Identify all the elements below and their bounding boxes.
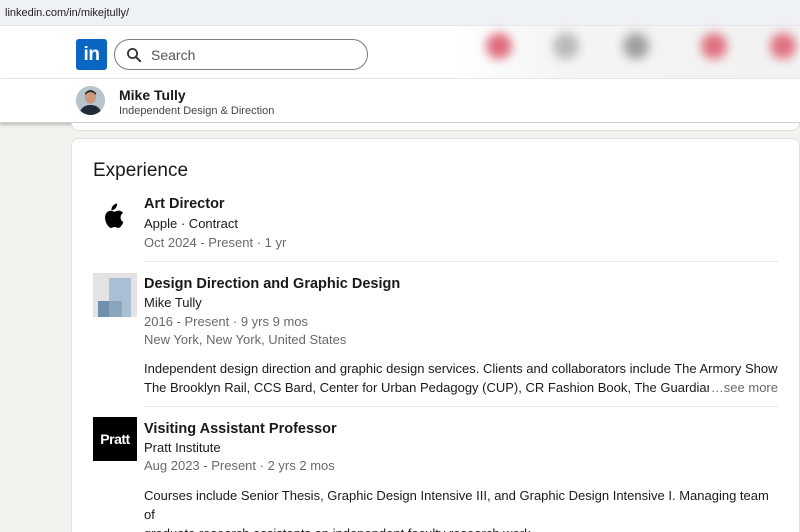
experience-role-1[interactable]: Art Director bbox=[144, 196, 225, 212]
experience-company-2: Mike Tully bbox=[144, 295, 202, 310]
pratt-logo-icon[interactable]: Pratt bbox=[93, 417, 137, 461]
experience-description-2: Independent design direction and graphic… bbox=[144, 359, 778, 397]
previous-section-card bbox=[71, 123, 800, 131]
linkedin-logo-icon[interactable]: in bbox=[76, 39, 107, 70]
experience-role-2[interactable]: Design Direction and Graphic Design bbox=[144, 276, 400, 292]
section-title: Experience bbox=[93, 160, 189, 181]
apple-logo-icon[interactable] bbox=[93, 194, 137, 238]
profile-name[interactable]: Mike Tully bbox=[119, 87, 186, 103]
search-icon bbox=[127, 48, 142, 63]
nav-messaging-icon[interactable] bbox=[701, 33, 727, 59]
experience-description-3: Courses include Senior Thesis, Graphic D… bbox=[144, 486, 778, 532]
description-line: graduate research assistants on independ… bbox=[144, 524, 778, 532]
profile-photo-icon bbox=[76, 86, 105, 115]
profile-headline: Independent Design & Direction bbox=[119, 105, 275, 117]
description-line: Courses include Senior Thesis, Graphic D… bbox=[144, 488, 769, 522]
experience-role-3[interactable]: Visiting Assistant Professor bbox=[144, 421, 337, 437]
experience-dates-1: Oct 2024 - Present · 1 yr bbox=[144, 235, 287, 250]
description-line: Independent design direction and graphic… bbox=[144, 361, 778, 376]
experience-dates-2: 2016 - Present · 9 yrs 9 mos bbox=[144, 314, 309, 329]
description-line-truncated: The Brooklyn Rail, CCS Bard, Center for … bbox=[144, 378, 778, 397]
experience-company-1: Apple · Contract bbox=[144, 216, 238, 231]
divider bbox=[144, 406, 778, 407]
avatar[interactable] bbox=[76, 86, 105, 115]
global-nav: in bbox=[0, 26, 800, 79]
experience-dates-3: Aug 2023 - Present · 2 yrs 2 mos bbox=[144, 458, 335, 473]
description-line: The Brooklyn Rail, CCS Bard, Center for … bbox=[144, 380, 756, 395]
sticky-profile-header: Mike Tully Independent Design & Directio… bbox=[0, 79, 800, 123]
search-box[interactable] bbox=[114, 39, 368, 70]
pratt-logo-text: Pratt bbox=[100, 431, 130, 447]
nav-network-icon[interactable] bbox=[553, 33, 579, 59]
url-text[interactable]: linkedin.com/in/mikejtully/ bbox=[5, 7, 129, 19]
see-more-button[interactable]: …see more bbox=[708, 378, 778, 397]
divider bbox=[144, 261, 778, 262]
nav-icons-redacted bbox=[458, 26, 800, 78]
nav-jobs-icon[interactable] bbox=[623, 33, 649, 59]
browser-url-bar[interactable]: linkedin.com/in/mikejtully/ bbox=[0, 0, 800, 26]
nav-notifications-icon[interactable] bbox=[770, 33, 796, 59]
mike-tully-studio-logo-icon[interactable] bbox=[93, 273, 137, 317]
experience-company-3: Pratt Institute bbox=[144, 440, 221, 455]
nav-home-icon[interactable] bbox=[486, 33, 512, 59]
experience-location-2: New York, New York, United States bbox=[144, 332, 347, 347]
search-input[interactable] bbox=[151, 46, 351, 64]
